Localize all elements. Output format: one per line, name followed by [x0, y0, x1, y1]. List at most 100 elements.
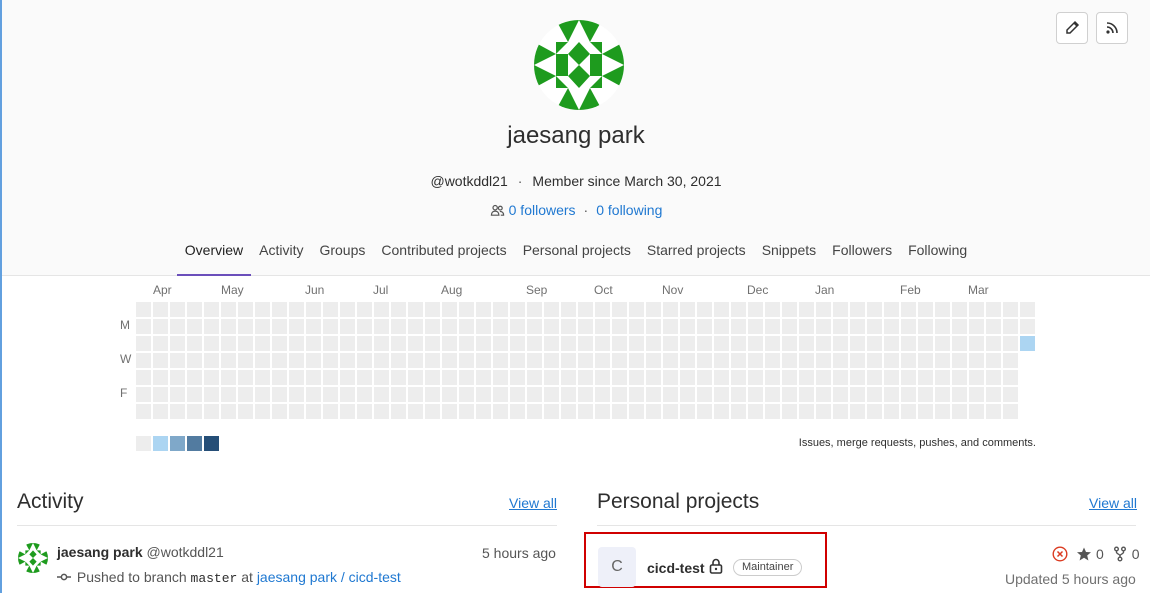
calendar-day-cell[interactable]: [238, 387, 253, 402]
calendar-day-cell[interactable]: [289, 404, 304, 419]
calendar-day-cell[interactable]: [357, 404, 372, 419]
calendar-day-cell[interactable]: [986, 387, 1001, 402]
calendar-day-cell[interactable]: [153, 353, 168, 368]
calendar-day-cell[interactable]: [323, 336, 338, 351]
calendar-day-cell[interactable]: [765, 353, 780, 368]
calendar-day-cell[interactable]: [357, 302, 372, 317]
calendar-day-cell[interactable]: [153, 336, 168, 351]
branch-name[interactable]: master: [191, 571, 238, 586]
calendar-day-cell[interactable]: [833, 353, 848, 368]
calendar-day-cell[interactable]: [629, 370, 644, 385]
calendar-day-cell[interactable]: [918, 302, 933, 317]
calendar-day-cell[interactable]: [136, 319, 151, 334]
calendar-day-cell[interactable]: [646, 336, 661, 351]
calendar-day-cell[interactable]: [578, 387, 593, 402]
projects-view-all-link[interactable]: View all: [1089, 495, 1137, 511]
calendar-day-cell[interactable]: [204, 336, 219, 351]
calendar-day-cell[interactable]: [1020, 336, 1035, 351]
calendar-day-cell[interactable]: [969, 387, 984, 402]
calendar-day-cell[interactable]: [544, 370, 559, 385]
calendar-day-cell[interactable]: [782, 302, 797, 317]
calendar-day-cell[interactable]: [680, 319, 695, 334]
calendar-day-cell[interactable]: [357, 336, 372, 351]
calendar-day-cell[interactable]: [238, 370, 253, 385]
calendar-day-cell[interactable]: [918, 404, 933, 419]
calendar-day-cell[interactable]: [561, 353, 576, 368]
calendar-day-cell[interactable]: [323, 387, 338, 402]
calendar-day-cell[interactable]: [476, 404, 491, 419]
calendar-day-cell[interactable]: [357, 353, 372, 368]
calendar-day-cell[interactable]: [629, 302, 644, 317]
activity-project-link[interactable]: jaesang park / cicd-test: [257, 569, 401, 585]
calendar-day-cell[interactable]: [221, 370, 236, 385]
tab-overview[interactable]: Overview: [176, 232, 252, 276]
calendar-day-cell[interactable]: [425, 404, 440, 419]
calendar-day-cell[interactable]: [340, 336, 355, 351]
tab-activity[interactable]: Activity: [251, 232, 311, 276]
calendar-day-cell[interactable]: [153, 302, 168, 317]
calendar-day-cell[interactable]: [459, 404, 474, 419]
calendar-day-cell[interactable]: [578, 370, 593, 385]
calendar-day-cell[interactable]: [1003, 336, 1018, 351]
calendar-day-cell[interactable]: [425, 336, 440, 351]
calendar-day-cell[interactable]: [782, 370, 797, 385]
calendar-day-cell[interactable]: [765, 387, 780, 402]
calendar-day-cell[interactable]: [221, 353, 236, 368]
calendar-day-cell[interactable]: [816, 319, 831, 334]
calendar-day-cell[interactable]: [187, 370, 202, 385]
calendar-day-cell[interactable]: [442, 404, 457, 419]
calendar-day-cell[interactable]: [646, 319, 661, 334]
calendar-day-cell[interactable]: [476, 302, 491, 317]
calendar-day-cell[interactable]: [816, 336, 831, 351]
fork-icon[interactable]: [1112, 546, 1128, 562]
calendar-day-cell[interactable]: [1020, 302, 1035, 317]
calendar-day-cell[interactable]: [765, 404, 780, 419]
calendar-day-cell[interactable]: [323, 404, 338, 419]
calendar-day-cell[interactable]: [714, 319, 729, 334]
calendar-day-cell[interactable]: [935, 302, 950, 317]
calendar-day-cell[interactable]: [527, 302, 542, 317]
calendar-day-cell[interactable]: [748, 302, 763, 317]
calendar-day-cell[interactable]: [510, 353, 525, 368]
calendar-day-cell[interactable]: [799, 302, 814, 317]
calendar-day-cell[interactable]: [476, 387, 491, 402]
calendar-day-cell[interactable]: [680, 387, 695, 402]
calendar-day-cell[interactable]: [952, 336, 967, 351]
calendar-day-cell[interactable]: [884, 404, 899, 419]
calendar-day-cell[interactable]: [612, 319, 627, 334]
calendar-day-cell[interactable]: [969, 404, 984, 419]
calendar-day-cell[interactable]: [408, 302, 423, 317]
calendar-day-cell[interactable]: [612, 336, 627, 351]
calendar-day-cell[interactable]: [238, 353, 253, 368]
pipeline-failed-icon[interactable]: [1052, 546, 1068, 562]
calendar-day-cell[interactable]: [425, 319, 440, 334]
calendar-day-cell[interactable]: [884, 319, 899, 334]
calendar-day-cell[interactable]: [799, 370, 814, 385]
calendar-day-cell[interactable]: [255, 370, 270, 385]
calendar-day-cell[interactable]: [238, 302, 253, 317]
calendar-day-cell[interactable]: [901, 336, 916, 351]
calendar-day-cell[interactable]: [969, 302, 984, 317]
calendar-day-cell[interactable]: [1003, 370, 1018, 385]
calendar-day-cell[interactable]: [697, 370, 712, 385]
calendar-day-cell[interactable]: [204, 387, 219, 402]
calendar-day-cell[interactable]: [629, 404, 644, 419]
calendar-day-cell[interactable]: [561, 387, 576, 402]
calendar-day-cell[interactable]: [289, 370, 304, 385]
calendar-day-cell[interactable]: [272, 404, 287, 419]
calendar-day-cell[interactable]: [204, 370, 219, 385]
calendar-day-cell[interactable]: [748, 387, 763, 402]
calendar-day-cell[interactable]: [663, 302, 678, 317]
calendar-day-cell[interactable]: [289, 319, 304, 334]
calendar-day-cell[interactable]: [663, 319, 678, 334]
calendar-day-cell[interactable]: [1003, 404, 1018, 419]
calendar-day-cell[interactable]: [680, 336, 695, 351]
calendar-day-cell[interactable]: [595, 370, 610, 385]
calendar-day-cell[interactable]: [833, 336, 848, 351]
calendar-day-cell[interactable]: [782, 319, 797, 334]
calendar-day-cell[interactable]: [935, 319, 950, 334]
calendar-day-cell[interactable]: [442, 353, 457, 368]
calendar-day-cell[interactable]: [442, 319, 457, 334]
calendar-day-cell[interactable]: [408, 336, 423, 351]
calendar-day-cell[interactable]: [765, 319, 780, 334]
